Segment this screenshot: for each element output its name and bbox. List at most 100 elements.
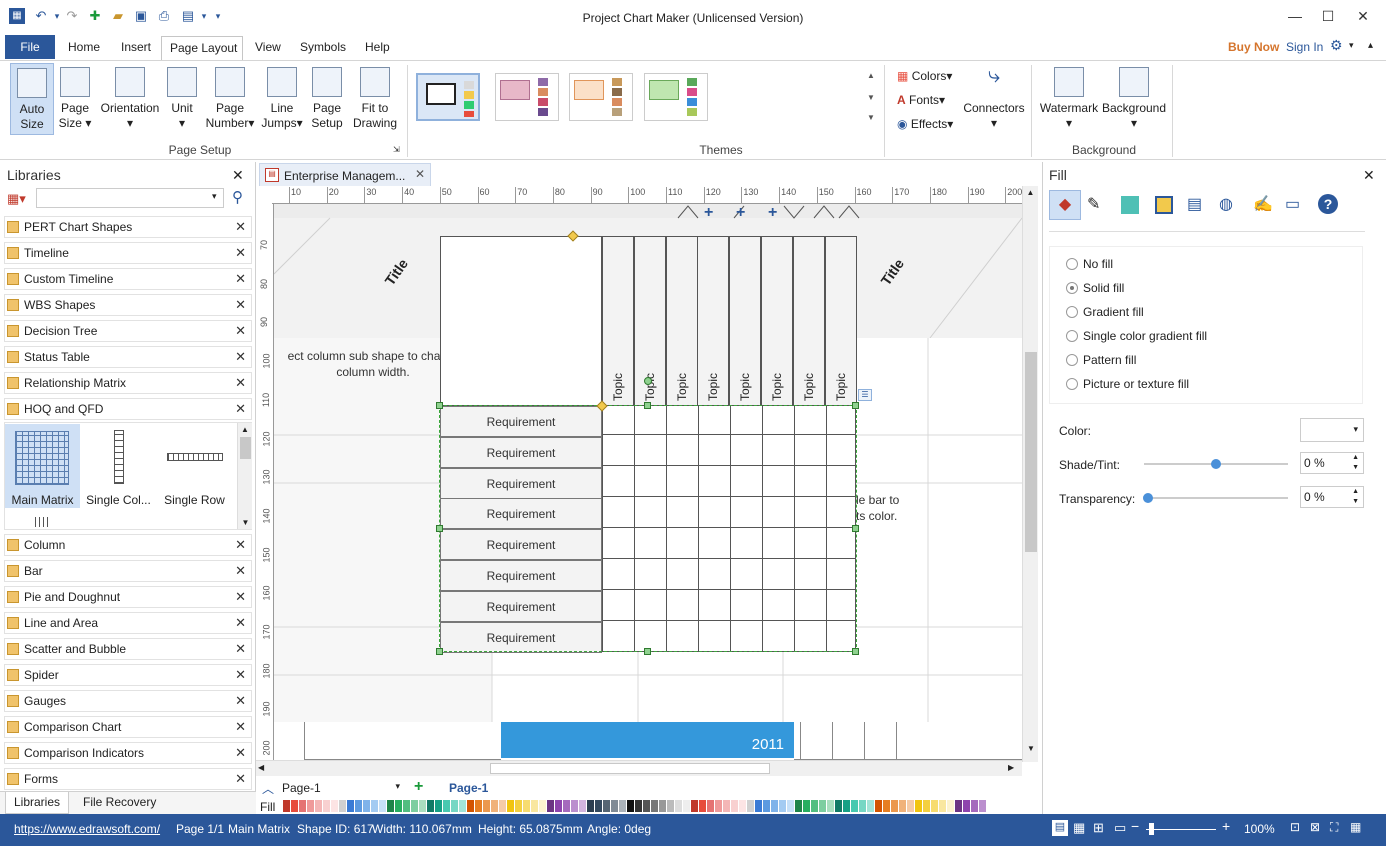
library-item-close-icon[interactable]: ✕ [235, 243, 246, 263]
fill-option-label[interactable]: Single color gradient fill [1083, 329, 1207, 343]
themes-scroll-down-icon[interactable]: ▼ [867, 93, 875, 102]
note-tab-icon[interactable]: ✍ [1253, 194, 1273, 214]
line-jumps-button[interactable]: Line Jumps▾ [259, 67, 305, 131]
palette-swatch[interactable] [451, 800, 458, 812]
fonts-button[interactable]: A Fonts▾ [897, 93, 945, 107]
palette-swatch[interactable] [739, 800, 746, 812]
palette-swatch[interactable] [915, 800, 922, 812]
palette-swatch[interactable] [963, 800, 970, 812]
library-item[interactable]: HOQ and QFD ✕ [4, 398, 252, 420]
hyperlink-tab-icon[interactable]: ◍ [1219, 194, 1233, 214]
fill-option-radio[interactable] [1066, 354, 1078, 366]
page-setup-launcher-icon[interactable]: ⇲ [393, 145, 400, 154]
matrix-requirement-row[interactable]: Requirement [440, 529, 602, 561]
palette-swatch[interactable] [571, 800, 578, 812]
palette-swatch[interactable] [307, 800, 314, 812]
normal-view-icon[interactable]: ▤ [1052, 820, 1068, 836]
palette-swatch[interactable] [507, 800, 514, 812]
tab-symbols[interactable]: Symbols [300, 40, 346, 54]
transparency-slider-track[interactable] [1144, 497, 1288, 499]
palette-swatch[interactable] [587, 800, 594, 812]
library-item[interactable]: Timeline ✕ [4, 242, 252, 264]
palette-swatch[interactable] [491, 800, 498, 812]
palette-swatch[interactable] [859, 800, 866, 812]
library-item[interactable]: Comparison Indicators ✕ [4, 742, 252, 764]
library-item-close-icon[interactable]: ✕ [235, 717, 246, 737]
palette-swatch[interactable] [315, 800, 322, 812]
themes-more-icon[interactable]: ▼ [867, 113, 875, 122]
tab-view[interactable]: View [255, 40, 281, 54]
library-item[interactable]: Status Table ✕ [4, 346, 252, 368]
palette-swatch[interactable] [291, 800, 298, 812]
palette-swatch[interactable] [395, 800, 402, 812]
fill-option-label[interactable]: Picture or texture fill [1083, 377, 1189, 391]
fill-option-label[interactable]: Solid fill [1083, 281, 1124, 295]
palette-swatch[interactable] [787, 800, 794, 812]
selection-handle[interactable] [644, 648, 651, 655]
library-item[interactable]: Bar ✕ [4, 560, 252, 582]
library-item[interactable]: Relationship Matrix ✕ [4, 372, 252, 394]
palette-swatch[interactable] [371, 800, 378, 812]
matrix-topic-header[interactable]: Topic [602, 236, 634, 406]
horizontal-scrollbar[interactable]: ◀ ▶ [256, 760, 1022, 776]
library-item[interactable]: Pie and Doughnut ✕ [4, 586, 252, 608]
selection-handle[interactable] [852, 402, 859, 409]
matrix-requirement-row[interactable]: Requirement [440, 406, 602, 437]
matrix-topic-header[interactable]: Topic [697, 236, 730, 406]
palette-swatch[interactable] [675, 800, 682, 812]
library-item-close-icon[interactable]: ✕ [235, 347, 246, 367]
zoom-in-icon[interactable]: + [1222, 818, 1230, 834]
help-icon[interactable]: ? [1318, 194, 1338, 214]
fill-option-radio[interactable] [1066, 282, 1078, 294]
library-shapes-scrollbar[interactable]: ▲ ▼ [237, 423, 252, 529]
themes-scroll-up-icon[interactable]: ▲ [867, 71, 875, 80]
collapse-pages-icon[interactable]: ︿ [262, 780, 274, 797]
page-select-dropdown[interactable]: Page-1 ▾ [282, 781, 400, 797]
palette-swatch[interactable] [523, 800, 530, 812]
background-button[interactable]: Background ▾ [1101, 67, 1167, 131]
matrix-topic-header[interactable]: Topic [824, 236, 857, 406]
shape-single-row[interactable]: Single Row [157, 424, 232, 508]
line-tab-icon[interactable]: ✎ [1087, 194, 1100, 214]
library-item[interactable]: WBS Shapes ✕ [4, 294, 252, 316]
palette-swatch[interactable] [771, 800, 778, 812]
palette-swatch[interactable] [939, 800, 946, 812]
palette-swatch[interactable] [827, 800, 834, 812]
library-item[interactable]: Spider ✕ [4, 664, 252, 686]
library-item-close-icon[interactable]: ✕ [235, 321, 246, 341]
palette-swatch[interactable] [835, 800, 842, 812]
library-item-close-icon[interactable]: ✕ [235, 743, 246, 763]
palette-swatch[interactable] [339, 800, 346, 812]
color-tab-icon[interactable] [1121, 196, 1139, 214]
colors-button[interactable]: ▦ Colors▾ [897, 69, 952, 83]
palette-swatch[interactable] [579, 800, 586, 812]
palette-swatch[interactable] [627, 800, 634, 812]
palette-swatch[interactable] [555, 800, 562, 812]
zoom-slider-track[interactable] [1146, 829, 1216, 830]
palette-swatch[interactable] [667, 800, 674, 812]
shadow-tab-icon[interactable] [1155, 196, 1173, 214]
matrix-requirement-row[interactable]: Requirement [440, 498, 602, 530]
page-size-button[interactable]: Page Size ▾ [57, 67, 93, 131]
palette-swatch[interactable] [475, 800, 482, 812]
color-picker[interactable]: ▾ [1300, 418, 1364, 442]
tab-help[interactable]: Help [365, 40, 390, 54]
library-item-close-icon[interactable]: ✕ [235, 665, 246, 685]
palette-swatch[interactable] [899, 800, 906, 812]
tab-file[interactable]: File [5, 35, 55, 59]
library-item[interactable]: Gauges ✕ [4, 690, 252, 712]
collapse-ribbon-icon[interactable]: ▴ [1368, 40, 1373, 51]
document-tab[interactable]: ▤ Enterprise Managem... ✕ [259, 163, 431, 187]
palette-swatch[interactable] [499, 800, 506, 812]
selection-handle[interactable] [852, 525, 859, 532]
matrix-requirement-row[interactable]: Requirement [440, 560, 602, 591]
settings-gear-icon[interactable]: ⚙ [1330, 37, 1343, 54]
shade-tint-input[interactable]: 0 % ▲ ▼ [1300, 452, 1364, 474]
palette-swatch[interactable] [635, 800, 642, 812]
tab-libraries[interactable]: Libraries [5, 792, 69, 814]
palette-swatch[interactable] [539, 800, 546, 812]
library-search-input[interactable] [36, 188, 224, 208]
palette-swatch[interactable] [611, 800, 618, 812]
document-tab-close-icon[interactable]: ✕ [415, 167, 425, 181]
transparency-slider-thumb[interactable] [1143, 493, 1153, 503]
